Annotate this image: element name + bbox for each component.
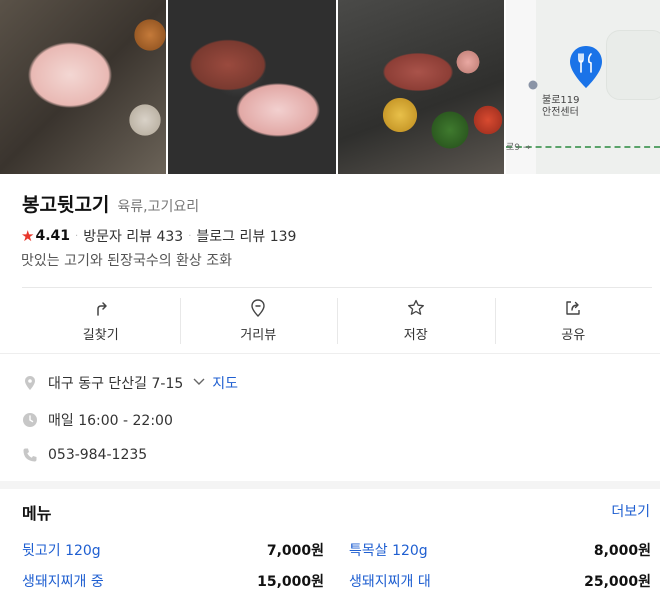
place-meta: ★ 4.41 · 방문자 리뷰 433 · 블로그 리뷰 139 (21, 226, 296, 246)
directions-label: 길찾기 (82, 328, 119, 343)
menu-item[interactable]: 생돼지찌개 대 25,000원 (349, 571, 651, 591)
menu-title: 메뉴 (22, 504, 52, 523)
mini-map[interactable]: 불로119 안전센터 로9 → (506, 0, 660, 174)
photo-3[interactable] (338, 0, 504, 174)
visitor-reviews-link[interactable]: 방문자 리뷰 433 (83, 226, 183, 246)
menu-item-price: 7,000원 (266, 543, 324, 559)
menu-item-name[interactable]: 생돼지찌개 중 (22, 571, 104, 591)
menu-item-name[interactable]: 뒷고기 120g (22, 540, 101, 560)
map-poi-label: 불로119 안전센터 (542, 95, 580, 119)
menu-more-link[interactable]: 더보기 (611, 501, 650, 521)
place-header: 봉고뒷고기 육류,고기요리 (22, 190, 199, 217)
separator-dot: · (188, 230, 192, 242)
hours-text: 매일 16:00 - 22:00 (48, 413, 173, 429)
phone-icon (23, 448, 37, 462)
save-button[interactable]: 저장 (337, 288, 495, 353)
rating-value: 4.41 (35, 228, 70, 244)
chevron-down-icon[interactable] (192, 374, 206, 388)
location-pin-icon (25, 376, 35, 390)
street-view-icon (251, 299, 265, 317)
menu-item-price: 15,000원 (257, 574, 324, 590)
fire-station-icon (528, 80, 538, 90)
phone-text[interactable]: 053-984-1235 (48, 447, 147, 463)
menu-item-price: 25,000원 (584, 574, 651, 590)
street-view-label: 거리뷰 (240, 328, 277, 343)
map-link[interactable]: 지도 (212, 376, 238, 392)
star-outline-icon (407, 299, 424, 315)
hours-row: 매일 16:00 - 22:00 (22, 410, 173, 430)
map-block (606, 30, 660, 100)
restaurant-pin-icon[interactable] (568, 44, 604, 90)
menu-item-name[interactable]: 특목살 120g (349, 540, 428, 560)
directions-icon (97, 302, 107, 316)
place-name: 봉고뒷고기 (22, 194, 110, 216)
section-divider (0, 353, 660, 354)
map-road-label: 로9 → (506, 143, 531, 153)
phone-row: 053-984-1235 (22, 447, 147, 463)
menu-item[interactable]: 특목살 120g 8,000원 (349, 540, 651, 560)
share-button[interactable]: 공유 (494, 288, 653, 353)
clock-icon (23, 413, 37, 427)
address-text: 대구 동구 단산길 7-15 (48, 376, 184, 392)
share-label: 공유 (561, 328, 586, 343)
star-icon: ★ (21, 227, 35, 245)
save-label: 저장 (403, 328, 428, 343)
separator-dot: · (75, 230, 79, 242)
photo-1[interactable] (0, 0, 166, 174)
place-description: 맛있는 고기와 된장국수의 환상 조화 (21, 253, 232, 269)
photo-2[interactable] (168, 0, 336, 174)
action-bar: 길찾기 거리뷰 저장 공유 (22, 287, 652, 353)
address-row: 대구 동구 단산길 7-15 지도 (22, 373, 238, 393)
menu-item[interactable]: 생돼지찌개 중 15,000원 (22, 571, 324, 591)
map-poi-label-line1: 불로119 (542, 95, 580, 106)
street-view-button[interactable]: 거리뷰 (179, 288, 338, 353)
menu-item-name[interactable]: 생돼지찌개 대 (349, 571, 431, 591)
place-category: 육류,고기요리 (117, 199, 200, 215)
photo-strip[interactable]: 불로119 안전센터 로9 → (0, 0, 660, 174)
menu-item-price: 8,000원 (593, 543, 651, 559)
section-spacer (0, 481, 660, 489)
map-poi-label-line2: 안전센터 (542, 107, 579, 118)
share-icon (566, 301, 580, 315)
blog-reviews-link[interactable]: 블로그 리뷰 139 (196, 226, 296, 246)
directions-button[interactable]: 길찾기 (22, 288, 180, 353)
menu-item[interactable]: 뒷고기 120g 7,000원 (22, 540, 324, 560)
